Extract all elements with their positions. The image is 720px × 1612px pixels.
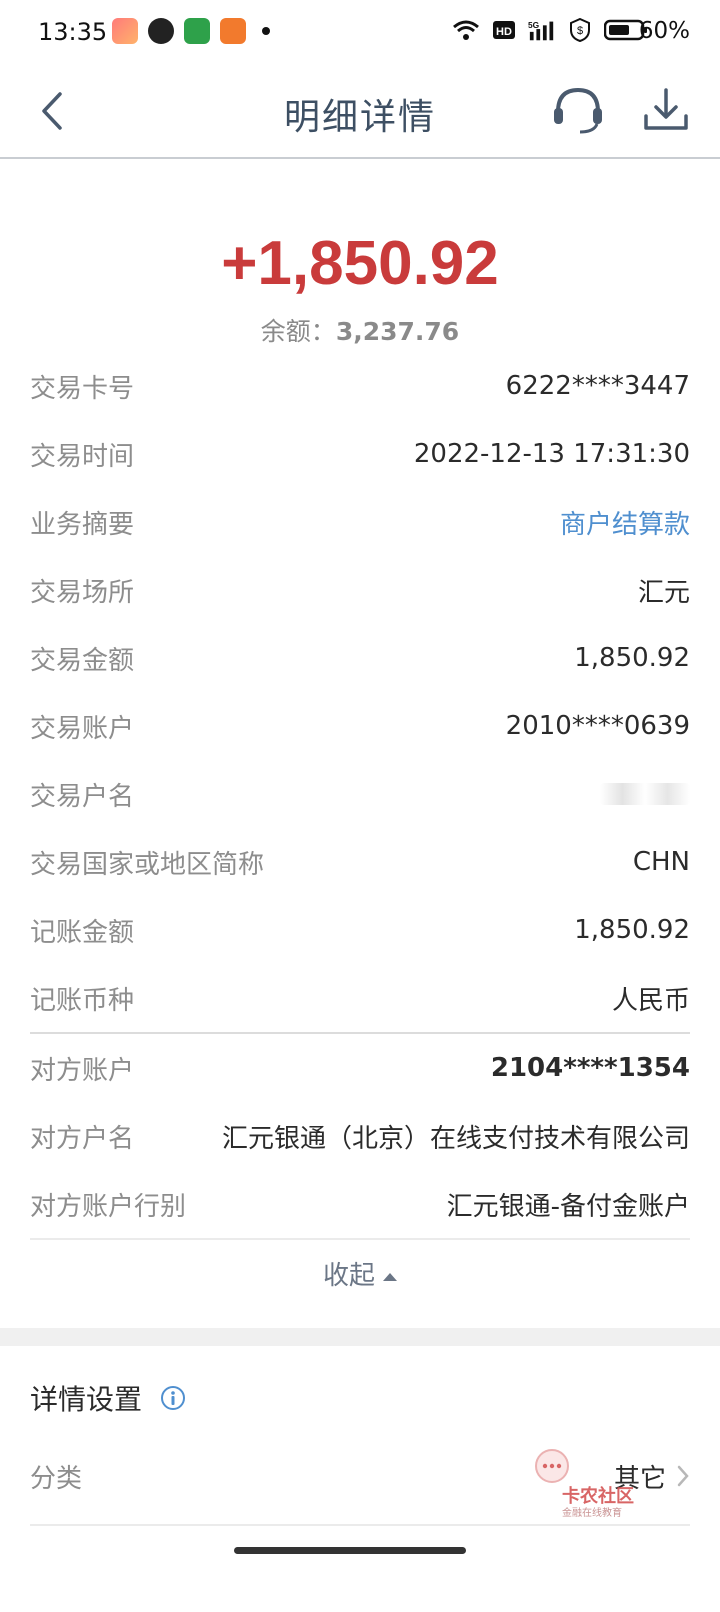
wifi-icon — [452, 18, 480, 42]
download-button[interactable] — [638, 82, 694, 138]
signal-5g-icon: 5G — [528, 18, 556, 42]
video-app-icon — [148, 18, 174, 44]
headset-icon — [554, 87, 602, 134]
balance-line: 余额：3,237.76 — [0, 312, 720, 348]
detail-value: 2022-12-13 17:31:30 — [413, 439, 690, 469]
oppo-app-icon — [184, 18, 210, 44]
hd-icon: HD — [490, 18, 518, 42]
detail-value: 汇元银通（北京）在线支付技术有限公司 — [221, 1123, 690, 1154]
notification-dot-icon — [262, 27, 270, 35]
balance-label: 余额： — [260, 317, 336, 346]
detail-row-time: 交易时间 2022-12-13 17:31:30 — [30, 420, 690, 488]
status-bar: 13:35 HD 5G $ 60% — [0, 0, 720, 64]
status-system-icons: HD 5G $ — [452, 18, 648, 42]
detail-label: 交易场所 — [30, 577, 135, 608]
customer-service-button[interactable] — [550, 82, 606, 138]
detail-label: 交易金额 — [30, 645, 135, 676]
shield-icon: $ — [566, 18, 594, 42]
balance-value: 3,237.76 — [335, 317, 460, 346]
detail-label: 交易卡号 — [30, 373, 135, 404]
detail-row-amount: 交易金额 1,850.92 — [30, 624, 690, 692]
settings-title-text: 详情设置 — [30, 1383, 143, 1416]
redacted-value — [600, 783, 690, 805]
detail-row-account-name: 交易户名 — [30, 760, 690, 828]
detail-row-summary: 业务摘要 商户结算款 — [30, 488, 690, 556]
status-app-icons — [112, 18, 270, 44]
transaction-amount: +1,850.92 — [221, 229, 499, 298]
detail-label: 交易时间 — [30, 441, 135, 472]
detail-label: 业务摘要 — [30, 509, 135, 540]
detail-value: 6222****3447 — [505, 371, 690, 401]
section-gap — [0, 1328, 720, 1346]
download-icon — [644, 88, 688, 130]
detail-row-counterparty-bank: 对方账户行别 汇元银通-备付金账户 — [30, 1170, 690, 1238]
detail-label: 交易国家或地区简称 — [30, 849, 265, 880]
detail-row-country: 交易国家或地区简称 CHN — [30, 828, 690, 896]
category-label: 分类 — [30, 1463, 83, 1494]
detail-label: 对方户名 — [30, 1123, 135, 1154]
business-summary-link[interactable]: 商户结算款 — [560, 504, 690, 541]
watermark-subtext: 金融在线教育 — [562, 1508, 622, 1519]
caret-up-icon — [383, 1272, 397, 1281]
battery-percent: 60% — [638, 18, 690, 44]
top-nav-bar: 明细详情 — [0, 64, 720, 159]
settings-section-title: 详情设置 — [30, 1378, 186, 1418]
detail-label: 记账金额 — [30, 917, 135, 948]
detail-value: 汇元银通-备付金账户 — [446, 1191, 690, 1222]
detail-value: 人民币 — [611, 985, 690, 1016]
collapse-label: 收起 — [322, 1261, 375, 1291]
collapse-button[interactable]: 收起 — [0, 1255, 720, 1292]
home-indicator[interactable] — [234, 1547, 466, 1554]
svg-text:5G: 5G — [528, 20, 539, 30]
transaction-details: 交易卡号 6222****3447 交易时间 2022-12-13 17:31:… — [30, 352, 690, 1240]
section-divider — [30, 1238, 690, 1240]
svg-text:$: $ — [577, 25, 583, 37]
watermark-logo: 卡农社区 金融在线教育 — [528, 1448, 668, 1519]
detail-row-counterparty-name: 对方户名 汇元银通（北京）在线支付技术有限公司 — [30, 1102, 690, 1170]
book-app-icon — [220, 18, 246, 44]
status-time: 13:35 — [38, 18, 108, 46]
detail-row-counterparty-account: 对方账户 2104****1354 — [30, 1034, 690, 1102]
detail-label: 对方账户行别 — [30, 1191, 187, 1222]
detail-value: 2010****0639 — [505, 711, 690, 741]
detail-label: 交易账户 — [30, 713, 135, 744]
detail-row-card-number: 交易卡号 6222****3447 — [30, 352, 690, 420]
detail-value: 1,850.92 — [574, 915, 690, 945]
detail-row-currency: 记账币种 人民币 — [30, 964, 690, 1032]
detail-row-account: 交易账户 2010****0639 — [30, 692, 690, 760]
detail-label: 交易户名 — [30, 781, 135, 812]
row-divider — [30, 1524, 690, 1526]
detail-value: 2104****1354 — [490, 1053, 690, 1083]
detail-label: 记账币种 — [30, 985, 135, 1016]
detail-value: 1,850.92 — [574, 643, 690, 673]
game-app-icon — [112, 18, 138, 44]
page-title: 明细详情 — [283, 97, 436, 138]
svg-text:HD: HD — [496, 26, 512, 38]
chevron-right-icon — [677, 1465, 689, 1487]
info-icon[interactable] — [160, 1385, 186, 1411]
detail-label: 对方账户 — [30, 1055, 135, 1086]
detail-row-venue: 交易场所 汇元 — [30, 556, 690, 624]
detail-value: CHN — [632, 847, 690, 877]
detail-row-posted-amount: 记账金额 1,850.92 — [30, 896, 690, 964]
detail-value: 汇元 — [637, 577, 690, 608]
